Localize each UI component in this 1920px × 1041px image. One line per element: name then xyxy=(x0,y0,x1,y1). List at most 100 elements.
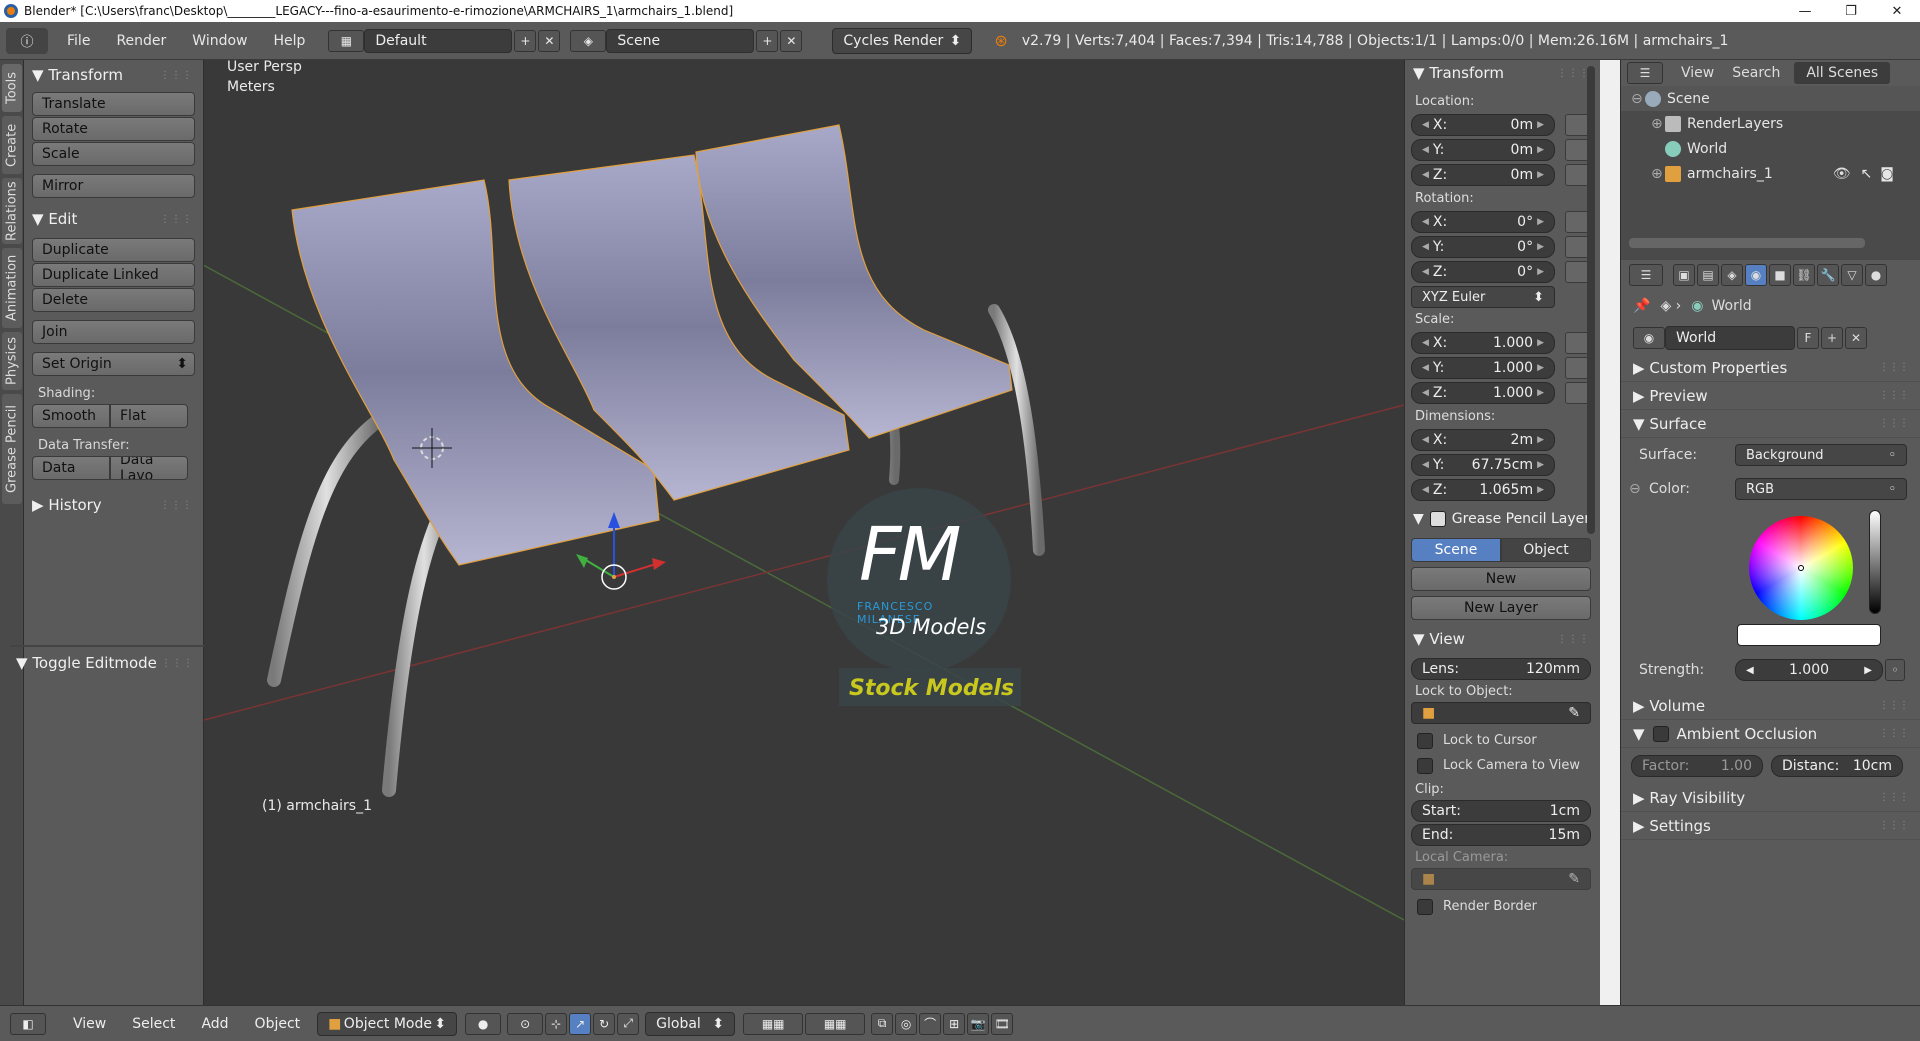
opengl-render-icon[interactable]: 📷 xyxy=(967,1012,990,1035)
flat-button[interactable]: Flat xyxy=(110,404,188,428)
dim-field[interactable]: ◀ Z: 1.065m ▶ xyxy=(1411,478,1555,501)
data-layout-button[interactable]: Data Layo xyxy=(110,456,188,480)
decrement-icon[interactable]: ◀ xyxy=(1422,267,1429,277)
object-tab-icon[interactable]: ■ xyxy=(1769,264,1791,286)
increment-icon[interactable]: ▶ xyxy=(1537,460,1544,470)
scale-field[interactable]: ◀ Z: 1.000 ▶ xyxy=(1411,381,1555,404)
lock-icon[interactable] xyxy=(1565,235,1589,258)
lock-icon[interactable] xyxy=(1565,331,1589,354)
scene-tab-icon[interactable]: ◈ xyxy=(1721,264,1743,286)
close-button[interactable]: ✕ xyxy=(1874,0,1920,22)
rotate-button[interactable]: Rotate xyxy=(32,117,195,141)
rotation-field[interactable]: ◀ Y: 0° ▶ xyxy=(1411,235,1555,258)
clip-start-field[interactable]: Start: 1cm xyxy=(1411,800,1591,822)
ambient-occlusion-checkbox[interactable] xyxy=(1652,725,1669,742)
world-name-field[interactable]: World xyxy=(1665,326,1795,350)
eye-icon[interactable]: 👁 xyxy=(1833,166,1851,182)
outliner-scene-row[interactable]: ⊖ Scene xyxy=(1621,86,1920,111)
value-slider[interactable] xyxy=(1869,510,1881,614)
outliner-world-row[interactable]: World xyxy=(1621,136,1920,161)
increment-icon[interactable]: ▶ xyxy=(1537,217,1544,227)
data-tab-icon[interactable]: ▽ xyxy=(1841,264,1863,286)
increment-icon[interactable]: ▶ xyxy=(1537,170,1544,180)
edit-panel-header[interactable]: ▼ Edit ⋮⋮⋮ xyxy=(24,206,203,232)
fake-user-button[interactable]: F xyxy=(1797,327,1819,349)
grip-icon[interactable]: ⋮⋮⋮ xyxy=(1879,418,1909,429)
increment-icon[interactable]: ▶ xyxy=(1537,267,1544,277)
expand-icon[interactable]: ⊕ xyxy=(1651,166,1665,182)
shading-mode-icon[interactable]: ● xyxy=(465,1012,502,1035)
n-view-header[interactable]: ▼ View ⋮⋮⋮ xyxy=(1405,626,1600,652)
grip-icon[interactable]: ⋮⋮⋮ xyxy=(1557,68,1590,79)
increment-icon[interactable]: ▶ xyxy=(1537,242,1544,252)
pivot-point-icon[interactable]: ⊙ xyxy=(507,1012,544,1035)
menu-add[interactable]: Add xyxy=(188,1011,241,1037)
increment-icon[interactable]: ▶ xyxy=(1537,485,1544,495)
color-wheel-cursor[interactable] xyxy=(1798,565,1804,571)
smooth-button[interactable]: Smooth xyxy=(32,404,110,428)
tab-tools[interactable]: Tools xyxy=(2,64,22,112)
rotate-manip-icon[interactable]: ↻ xyxy=(593,1012,616,1035)
clip-end-field[interactable]: End: 15m xyxy=(1411,824,1591,846)
decrement-icon[interactable]: ◀ xyxy=(1422,338,1429,348)
history-panel-header[interactable]: ▶ History ⋮⋮⋮ xyxy=(24,492,203,518)
screen-layout-icon[interactable]: ▦ xyxy=(328,29,365,52)
screen-layout-field[interactable]: Default xyxy=(364,28,513,53)
3d-viewport[interactable]: User Persp Meters (1) armchairs_1 FM FRA… xyxy=(204,60,1404,1005)
tab-animation[interactable]: Animation xyxy=(2,248,22,328)
grip-icon[interactable]: ⋮⋮⋮ xyxy=(1879,792,1909,803)
color-dropdown[interactable]: RGB ◦ xyxy=(1735,478,1907,500)
manipulator-toggle-icon[interactable]: ⊹ xyxy=(545,1012,568,1035)
lock-cursor-checkbox[interactable] xyxy=(1417,732,1433,749)
render-border-checkbox[interactable] xyxy=(1417,898,1433,915)
gp-object-button[interactable]: Object xyxy=(1501,538,1591,562)
decrement-icon[interactable]: ◀ xyxy=(1422,435,1429,445)
opengl-anim-icon[interactable]: 🎞 xyxy=(991,1012,1014,1035)
lock-icon[interactable] xyxy=(1565,138,1589,161)
increment-icon[interactable]: ▶ xyxy=(1537,338,1544,348)
collapse-icon[interactable]: ⊖ xyxy=(1631,91,1645,107)
lock-layers-icon[interactable]: ⧉ xyxy=(871,1012,894,1035)
tab-create[interactable]: Create xyxy=(2,116,22,174)
outliner-search-menu[interactable]: Search xyxy=(1732,65,1780,81)
delete-button[interactable]: Delete xyxy=(32,288,195,312)
decrement-icon[interactable]: ◀ xyxy=(1746,665,1754,676)
lock-camera-checkbox[interactable] xyxy=(1417,757,1433,774)
render-tab-icon[interactable]: ▣ xyxy=(1673,264,1695,286)
scale-manip-icon[interactable]: ⤢ xyxy=(617,1012,640,1035)
volume-header[interactable]: ▶ Volume ⋮⋮⋮ xyxy=(1621,692,1920,720)
ray-visibility-header[interactable]: ▶ Ray Visibility ⋮⋮⋮ xyxy=(1621,784,1920,812)
increment-icon[interactable]: ▶ xyxy=(1537,145,1544,155)
outliner[interactable]: ☰ View Search All Scenes ⊖ Scene ⊕ RenderL… xyxy=(1621,60,1920,260)
grip-icon[interactable]: ⋮⋮⋮ xyxy=(1879,390,1909,401)
set-origin-dropdown[interactable]: Set Origin ⬍ xyxy=(32,352,195,376)
eyedropper-icon[interactable]: ✎ xyxy=(1568,871,1580,887)
grip-icon[interactable]: ⋮⋮⋮ xyxy=(1557,634,1590,645)
lock-icon[interactable] xyxy=(1565,113,1589,136)
duplicate-linked-button[interactable]: Duplicate Linked xyxy=(32,263,195,287)
decrement-icon[interactable]: ◀ xyxy=(1422,145,1429,155)
color-wheel[interactable] xyxy=(1749,516,1853,620)
translate-button[interactable]: Translate xyxy=(32,92,195,116)
orientation-dropdown[interactable]: Global ⬍ xyxy=(645,1011,736,1036)
n-transform-header[interactable]: ▼ Transform ⋮⋮⋮ xyxy=(1405,60,1600,86)
proportional-edit-icon[interactable]: ◎ xyxy=(895,1012,918,1035)
render-camera-icon[interactable]: ◙ xyxy=(1880,166,1894,182)
modifiers-tab-icon[interactable]: 🔧 xyxy=(1817,264,1839,286)
increment-icon[interactable]: ▶ xyxy=(1537,435,1544,445)
menu-view[interactable]: View xyxy=(60,1011,119,1037)
decrement-icon[interactable]: ◀ xyxy=(1422,460,1429,470)
scene-render[interactable] xyxy=(204,60,1404,1005)
rotation-field[interactable]: ◀ Z: 0° ▶ xyxy=(1411,260,1555,283)
custom-properties-header[interactable]: ▶ Custom Properties ⋮⋮⋮ xyxy=(1621,354,1920,382)
pin-icon[interactable]: 📌 xyxy=(1633,298,1650,314)
decrement-icon[interactable]: ◀ xyxy=(1422,217,1429,227)
lock-icon[interactable] xyxy=(1565,210,1589,233)
grip-icon[interactable]: ⋮⋮⋮ xyxy=(161,658,194,669)
color-swatch[interactable] xyxy=(1737,624,1881,646)
tab-physics[interactable]: Physics xyxy=(2,332,22,390)
decrement-icon[interactable]: ◀ xyxy=(1422,120,1429,130)
collapse-icon[interactable]: ⊖ xyxy=(1629,481,1649,497)
preview-header[interactable]: ▶ Preview ⋮⋮⋮ xyxy=(1621,382,1920,410)
rotation-mode-dropdown[interactable]: XYZ Euler ⬍ xyxy=(1411,286,1555,308)
